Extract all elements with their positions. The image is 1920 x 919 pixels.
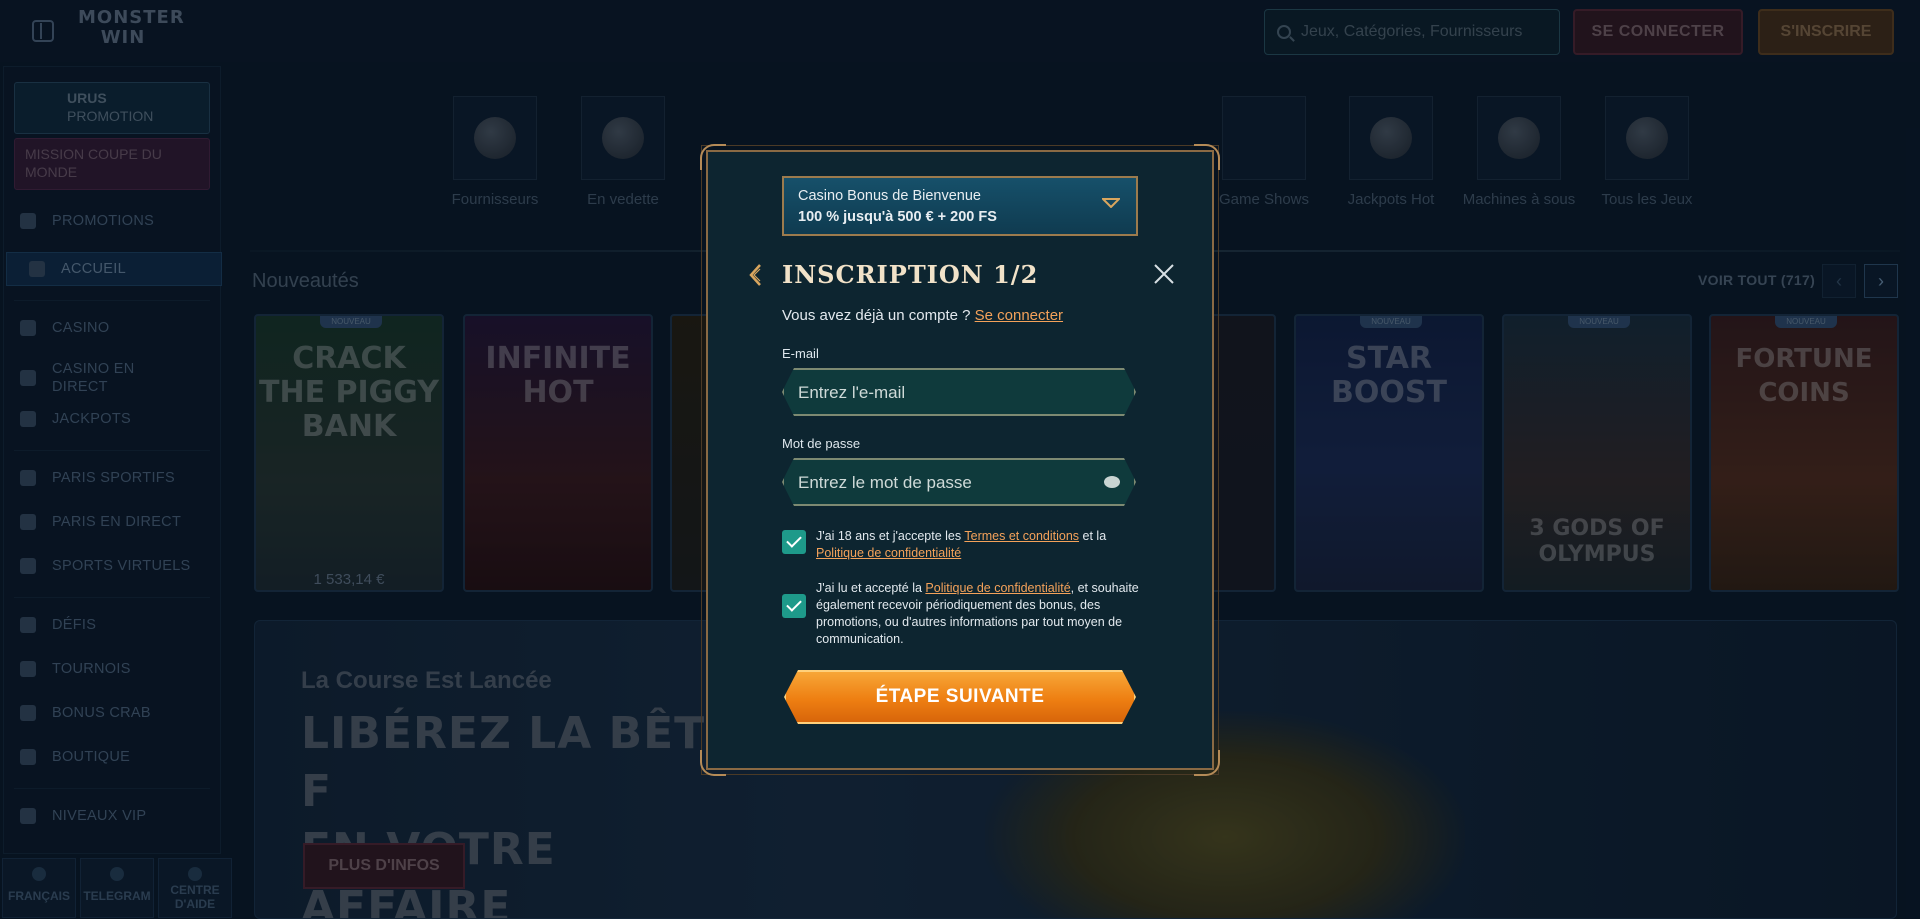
bonus-name: Casino Bonus de Bienvenue — [798, 188, 981, 204]
modal-title: INSCRIPTION 1/2 — [782, 260, 1039, 289]
bonus-value: 100 % jusqu'à 500 € + 200 FS — [798, 209, 997, 225]
ornament-corner — [700, 750, 726, 776]
email-field[interactable] — [782, 368, 1136, 416]
signup-modal: Casino Bonus de Bienvenue 100 % jusqu'à … — [700, 144, 1220, 776]
ornament-corner — [1194, 144, 1220, 170]
terms-checkbox[interactable] — [782, 530, 806, 554]
terms-text: J'ai 18 ans et j'accepte les Termes et c… — [816, 528, 1142, 562]
marketing-checkbox-row: J'ai lu et accepté la Politique de confi… — [782, 580, 1142, 648]
chevron-down-icon — [1102, 198, 1120, 208]
terms-link[interactable]: Termes et conditions — [964, 529, 1079, 543]
bonus-select[interactable]: Casino Bonus de Bienvenue 100 % jusqu'à … — [782, 176, 1138, 236]
marketing-checkbox[interactable] — [782, 594, 806, 618]
privacy-link[interactable]: Politique de confidentialité — [816, 546, 961, 560]
password-input[interactable] — [798, 470, 1098, 496]
marketing-pre: J'ai lu et accepté la — [816, 581, 922, 595]
email-input[interactable] — [798, 380, 1098, 406]
have-account-text: Vous avez déjà un compte ? Se connecter — [782, 307, 1063, 324]
ornament-corner — [700, 144, 726, 170]
email-label: E-mail — [782, 346, 819, 361]
show-password-icon[interactable] — [1104, 476, 1120, 488]
login-link[interactable]: Se connecter — [975, 307, 1063, 324]
password-label: Mot de passe — [782, 436, 861, 451]
terms-checkbox-row: J'ai 18 ans et j'accepte les Termes et c… — [782, 528, 1142, 562]
modal-header: INSCRIPTION 1/2 — [748, 260, 1176, 290]
back-arrow-icon[interactable] — [748, 263, 762, 287]
have-account-label: Vous avez déjà un compte ? — [782, 307, 971, 324]
terms-mid: et la — [1082, 529, 1107, 543]
next-step-button[interactable]: ÉTAPE SUIVANTE — [784, 670, 1136, 724]
password-field[interactable] — [782, 458, 1136, 506]
marketing-privacy-link[interactable]: Politique de confidentialité — [925, 581, 1070, 595]
terms-pre: J'ai 18 ans et j'accepte les — [816, 529, 962, 543]
close-icon[interactable] — [1152, 262, 1176, 286]
marketing-text: J'ai lu et accepté la Politique de confi… — [816, 580, 1142, 648]
